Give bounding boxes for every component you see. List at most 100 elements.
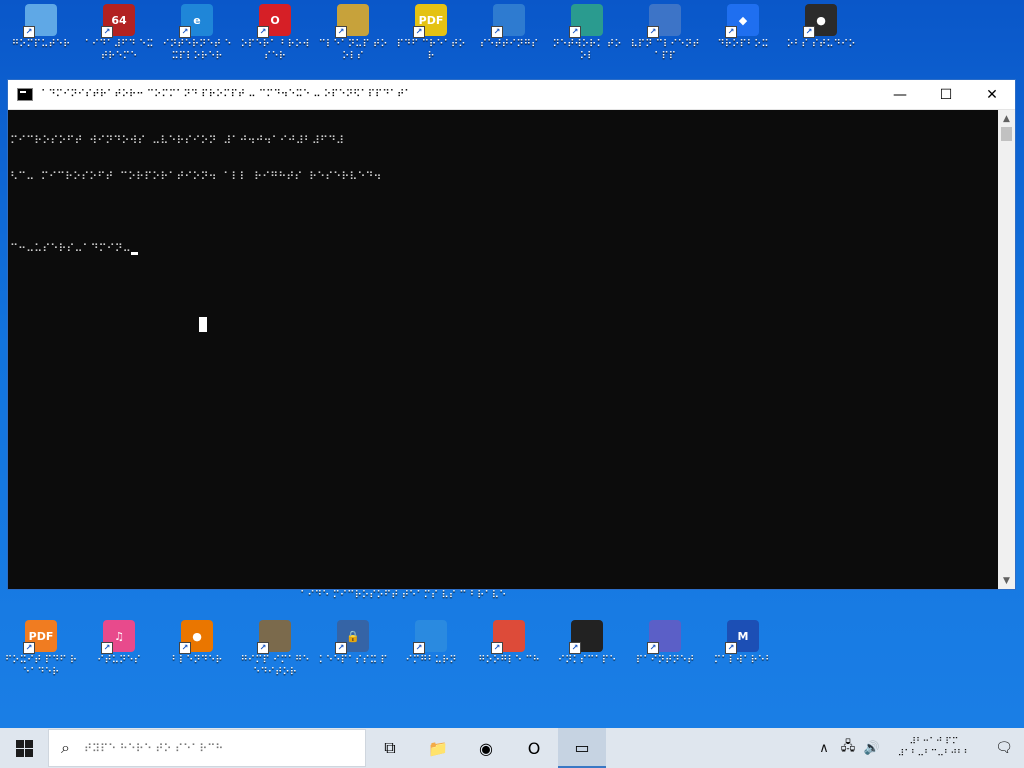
desktop-shortcut[interactable]: ↗ ⠊⠍⠛⠃⠥⠗⠝ bbox=[392, 620, 470, 679]
vertical-scrollbar[interactable]: ▲ ▼ bbox=[998, 110, 1015, 589]
clock-time: ⠼⠃⠒⠁⠚ ⠏⠍ bbox=[909, 737, 959, 747]
maximize-button[interactable]: ☐ bbox=[923, 80, 969, 109]
desktop-shortcut[interactable]: 64 ↗ ⠁⠊⠙⠁⠼⠋⠙ ⠑⠭⠞⠗⠑⠍⠑ bbox=[80, 4, 158, 63]
desktop-shortcut[interactable]: M ↗ ⠍⠁⠇⠺⠁⠗⠑⠃ bbox=[704, 620, 782, 679]
windows-logo-icon bbox=[15, 739, 33, 757]
desktop-shortcut[interactable]: ● ↗ ⠃⠇⠑⠝⠙⠑⠗ bbox=[158, 620, 236, 679]
opera-icon: O ↗ bbox=[257, 4, 291, 38]
desktop-shortcut-label: ⠉⠇⠑⠁⠝⠥⠏ ⠞⠕⠕⠇⠎ bbox=[318, 39, 388, 62]
partially-hidden-icon-labels: ⠁⠊⠙⠑ ⠍⠊⠉⠗⠕⠎⠕⠋⠞ ⠞⠑⠁⠍⠎ ⠧⠎ ⠉ ⠃⠗⠁⠧⠑ bbox=[300, 590, 507, 601]
desktop-shortcut-label: ⠊⠝⠞⠑⠗⠝⠑⠞ ⠑⠭⠏⠇⠕⠗⠑⠗ bbox=[162, 39, 232, 62]
desktop-shortcut[interactable]: PDF ↗ ⠋⠕⠭⠊⠞ ⠏⠙⠋ ⠗⠑⠁⠙⠑⠗ bbox=[2, 620, 80, 679]
desktop-shortcut-label: ⠎⠑⠞⠞⠊⠝⠛⠎ bbox=[479, 39, 539, 50]
start-button[interactable] bbox=[0, 728, 48, 768]
desktop-shortcut-label: ⠧⠏⠝ ⠉⠇⠊⠑⠝⠞ ⠁⠏⠏ bbox=[630, 39, 700, 62]
taskbar: ⌕ ⧉📁◉O▭ ∧ 🖧 🔊 ⠼⠃⠒⠁⠚ ⠏⠍ ⠼⠁⠃⠤⠃⠉⠤⠃⠚⠃⠃ 🗨 bbox=[0, 728, 1024, 768]
command-prompt-icon bbox=[17, 88, 33, 101]
desktop-shortcut[interactable]: ↗ ⠊⠝⠅⠎⠉⠁⠏⠑ bbox=[548, 620, 626, 679]
desktop-shortcut[interactable]: ↗ ⠉⠇⠑⠁⠝⠥⠏ ⠞⠕⠕⠇⠎ bbox=[314, 4, 392, 63]
desktop-shortcut-label: ⠊⠍⠛⠃⠥⠗⠝ bbox=[405, 655, 457, 666]
itunes-icon: ♫ ↗ bbox=[101, 620, 135, 654]
desktop-shortcut[interactable]: ◆ ↗ ⠙⠗⠕⠏⠃⠕⠭ bbox=[704, 4, 782, 63]
desktop-shortcut[interactable]: ♫ ↗ ⠊⠞⠥⠝⠑⠎ bbox=[80, 620, 158, 679]
opera-icon[interactable]: O bbox=[510, 728, 558, 768]
malwarebytes-icon: M ↗ bbox=[725, 620, 759, 654]
desktop-shortcut-label: ⠏⠙⠋ ⠉⠗⠑⠁⠞⠕⠗ bbox=[396, 39, 466, 62]
desktop-shortcut[interactable]: ↗ ⠎⠑⠞⠞⠊⠝⠛⠎ bbox=[470, 4, 548, 63]
desktop-shortcut[interactable]: 🔒 ↗ ⠅⠑⠑⠏⠁⠎⠎⠭ ⠏ bbox=[314, 620, 392, 679]
shortcut-arrow-icon: ↗ bbox=[569, 26, 581, 38]
paint-icon: ↗ bbox=[647, 620, 681, 654]
disc-burn-icon: ↗ bbox=[413, 620, 447, 654]
task-view-icon[interactable]: ⧉ bbox=[366, 728, 414, 768]
network-tool-icon: ↗ bbox=[569, 4, 603, 38]
desktop-shortcut[interactable]: ● ↗ ⠕⠃⠎ ⠎⠞⠥⠙⠊⠕ bbox=[782, 4, 860, 63]
shortcut-arrow-icon: ↗ bbox=[335, 642, 347, 654]
obs-icon: ● ↗ bbox=[803, 4, 837, 38]
console-line: ⠣⠉⠤ ⠍⠊⠉⠗⠕⠎⠕⠋⠞ ⠉⠕⠗⠏⠕⠗⠁⠞⠊⠕⠝⠲ ⠁⠇⠇ ⠗⠊⠛⠓⠞⠎ ⠗⠑… bbox=[10, 170, 382, 183]
desktop-shortcut[interactable]: ↗ ⠝⠑⠞⠺⠕⠗⠅ ⠞⠕⠕⠇ bbox=[548, 4, 626, 63]
console-prompt-line: ⠉⠒⠤⠥⠎⠑⠗⠎⠤⠁⠙⠍⠊⠝⠤ bbox=[10, 243, 996, 255]
shortcut-arrow-icon: ↗ bbox=[647, 26, 659, 38]
desktop-shortcut-label: ⠋⠕⠭⠊⠞ ⠏⠙⠋ ⠗⠑⠁⠙⠑⠗ bbox=[4, 655, 78, 678]
command-prompt-window[interactable]: ⠁⠙⠍⠊⠝⠊⠎⠞⠗⠁⠞⠕⠗⠒ ⠉⠕⠍⠍⠁⠝⠙ ⠏⠗⠕⠍⠏⠞ ⠤ ⠉⠍⠙⠲⠑⠭⠑ … bbox=[7, 79, 1016, 590]
file-explorer-icon[interactable]: 📁 bbox=[414, 728, 462, 768]
shortcut-arrow-icon: ↗ bbox=[569, 642, 581, 654]
search-icon: ⌕ bbox=[61, 738, 70, 757]
desktop-shortcut[interactable]: e ↗ ⠊⠝⠞⠑⠗⠝⠑⠞ ⠑⠭⠏⠇⠕⠗⠑⠗ bbox=[158, 4, 236, 63]
desktop-shortcut[interactable]: ↗ ⠏⠁⠊⠝⠞⠝⠑⠞ bbox=[626, 620, 704, 679]
foxit-pdf-icon: PDF ↗ bbox=[23, 620, 57, 654]
scroll-down-arrow-icon[interactable]: ▼ bbox=[998, 572, 1015, 589]
desktop-shortcut[interactable]: ↗ ⠧⠏⠝ ⠉⠇⠊⠑⠝⠞ ⠁⠏⠏ bbox=[626, 4, 704, 63]
gimp-icon: ↗ bbox=[257, 620, 291, 654]
action-center-icon[interactable]: 🗨 bbox=[984, 740, 1024, 756]
desktop-shortcut[interactable]: ↗ ⠛⠊⠍⠏ ⠊⠍⠁⠛⠑ ⠑⠙⠊⠞⠕⠗ bbox=[236, 620, 314, 679]
desktop-shortcut-label: ⠙⠗⠕⠏⠃⠕⠭ bbox=[717, 39, 769, 50]
desktop-shortcut-label: ⠊⠞⠥⠝⠑⠎ bbox=[97, 655, 141, 666]
desktop-shortcut[interactable]: PDF ↗ ⠏⠙⠋ ⠉⠗⠑⠁⠞⠕⠗ bbox=[392, 4, 470, 63]
network-icon[interactable]: 🖧 bbox=[836, 737, 860, 759]
minimize-button[interactable]: — bbox=[877, 80, 923, 109]
scroll-up-arrow-icon[interactable]: ▲ bbox=[998, 110, 1015, 127]
search-input[interactable] bbox=[81, 740, 346, 756]
shortcut-arrow-icon: ↗ bbox=[413, 642, 425, 654]
window-title: ⠁⠙⠍⠊⠝⠊⠎⠞⠗⠁⠞⠕⠗⠒ ⠉⠕⠍⠍⠁⠝⠙ ⠏⠗⠕⠍⠏⠞ ⠤ ⠉⠍⠙⠲⠑⠭⠑ … bbox=[41, 89, 412, 100]
window-titlebar[interactable]: ⠁⠙⠍⠊⠝⠊⠎⠞⠗⠁⠞⠕⠗⠒ ⠉⠕⠍⠍⠁⠝⠙ ⠏⠗⠕⠍⠏⠞ ⠤ ⠉⠍⠙⠲⠑⠭⠑ … bbox=[8, 80, 1015, 110]
taskbar-search-box[interactable]: ⌕ bbox=[48, 729, 366, 767]
shortcut-arrow-icon: ↗ bbox=[179, 26, 191, 38]
desktop-shortcut-label: ⠕⠏⠑⠗⠁ ⠃⠗⠕⠺⠎⠑⠗ bbox=[240, 39, 310, 62]
desktop-shortcut-label: ⠅⠑⠑⠏⠁⠎⠎⠭ ⠏ bbox=[318, 655, 388, 666]
system-tray: ∧ 🖧 🔊 ⠼⠃⠒⠁⠚ ⠏⠍ ⠼⠁⠃⠤⠃⠉⠤⠃⠚⠃⠃ 🗨 bbox=[812, 728, 1024, 768]
shortcut-arrow-icon: ↗ bbox=[491, 26, 503, 38]
console-output[interactable]: ⠍⠊⠉⠗⠕⠎⠕⠋⠞ ⠺⠊⠝⠙⠕⠺⠎ ⠤⠧⠑⠗⠎⠊⠕⠝ ⠼⠁⠚⠲⠚⠲⠁⠊⠚⠼⠃⠼⠋… bbox=[8, 110, 998, 589]
desktop-shortcut-label: ⠁⠊⠙⠁⠼⠋⠙ ⠑⠭⠞⠗⠑⠍⠑ bbox=[84, 39, 154, 62]
desktop-shortcut-label: ⠕⠃⠎ ⠎⠞⠥⠙⠊⠕ bbox=[786, 39, 856, 50]
internet-explorer-icon: e ↗ bbox=[179, 4, 213, 38]
desktop-shortcut-label: ⠏⠁⠊⠝⠞⠝⠑⠞ bbox=[635, 655, 695, 666]
chrome-icon[interactable]: ◉ bbox=[462, 728, 510, 768]
clock[interactable]: ⠼⠃⠒⠁⠚ ⠏⠍ ⠼⠁⠃⠤⠃⠉⠤⠃⠚⠃⠃ bbox=[884, 736, 984, 760]
desktop-shortcut-label: ⠊⠝⠅⠎⠉⠁⠏⠑ bbox=[557, 655, 617, 666]
chrome-icon: ↗ bbox=[491, 620, 525, 654]
desktop-shortcut-label: ⠝⠑⠞⠺⠕⠗⠅ ⠞⠕⠕⠇ bbox=[552, 39, 622, 62]
settings-shield-icon: ↗ bbox=[491, 4, 525, 38]
vpn-globe-icon: ↗ bbox=[647, 4, 681, 38]
volume-icon[interactable]: 🔊 bbox=[860, 741, 884, 756]
scrollbar-thumb[interactable] bbox=[1001, 127, 1012, 141]
close-button[interactable]: ✕ bbox=[969, 80, 1015, 109]
show-hidden-icons-chevron-icon[interactable]: ∧ bbox=[812, 741, 836, 756]
text-cursor bbox=[130, 252, 138, 255]
console-line: ⠍⠊⠉⠗⠕⠎⠕⠋⠞ ⠺⠊⠝⠙⠕⠺⠎ ⠤⠧⠑⠗⠎⠊⠕⠝ ⠼⠁⠚⠲⠚⠲⠁⠊⠚⠼⠃⠼⠋… bbox=[10, 134, 345, 147]
desktop-top-icons: ↗ ⠛⠕⠍⠏⠥⠞⠑⠗ 64 ↗ ⠁⠊⠙⠁⠼⠋⠙ ⠑⠭⠞⠗⠑⠍⠑ e ↗ ⠊⠝⠞⠑⠗⠝⠑⠞ ⠑⠭… bbox=[2, 4, 860, 63]
clock-date: ⠼⠁⠃⠤⠃⠉⠤⠃⠚⠃⠃ bbox=[897, 749, 971, 759]
shortcut-arrow-icon: ↗ bbox=[647, 642, 659, 654]
console-prompt: ⠉⠒⠤⠥⠎⠑⠗⠎⠤⠁⠙⠍⠊⠝⠤ bbox=[10, 242, 131, 255]
desktop-shortcut-label: ⠍⠁⠇⠺⠁⠗⠑⠃ bbox=[713, 655, 773, 666]
command-prompt-icon[interactable]: ▭ bbox=[558, 728, 606, 768]
desktop-shortcut[interactable]: O ↗ ⠕⠏⠑⠗⠁ ⠃⠗⠕⠺⠎⠑⠗ bbox=[236, 4, 314, 63]
shortcut-arrow-icon: ↗ bbox=[803, 26, 815, 38]
desktop-shortcut[interactable]: ↗ ⠛⠕⠕⠛⠇⠑ ⠉⠓ bbox=[470, 620, 548, 679]
blender-icon: ● ↗ bbox=[179, 620, 213, 654]
desktop-shortcut[interactable]: ↗ ⠛⠕⠍⠏⠥⠞⠑⠗ bbox=[2, 4, 80, 63]
